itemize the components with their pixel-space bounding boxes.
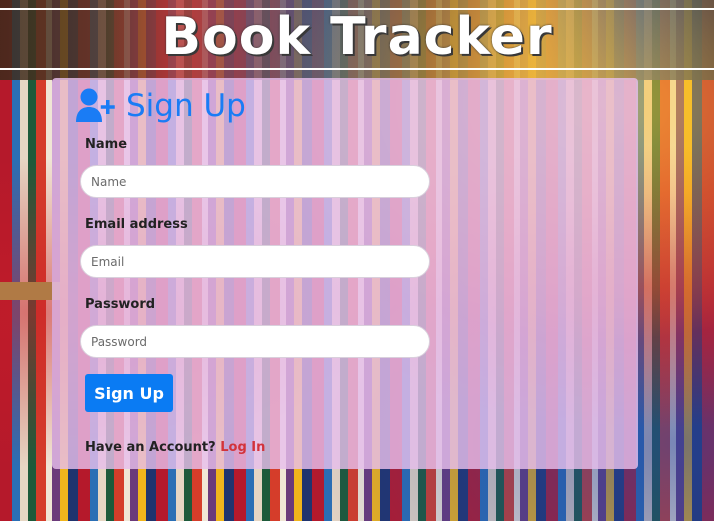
user-plus-icon	[76, 88, 118, 124]
signup-card: Sign Up Name Email address Password Sign…	[52, 78, 638, 469]
signup-heading: Sign Up	[76, 88, 246, 124]
email-field[interactable]	[80, 245, 430, 278]
login-link[interactable]: Log In	[220, 440, 265, 455]
have-account-text: Have an Account?	[85, 440, 216, 455]
login-prompt: Have an Account? Log In	[85, 440, 265, 455]
background-shelf-board	[0, 282, 60, 300]
app-title: Book Tracker	[161, 7, 553, 67]
app-header: Book Tracker	[0, 7, 714, 70]
name-field[interactable]	[80, 165, 430, 198]
password-field[interactable]	[80, 325, 430, 358]
email-label: Email address	[85, 217, 188, 232]
name-label: Name	[85, 137, 128, 152]
signup-button[interactable]: Sign Up	[85, 374, 173, 412]
password-label: Password	[85, 297, 156, 312]
signup-heading-text: Sign Up	[126, 88, 246, 124]
